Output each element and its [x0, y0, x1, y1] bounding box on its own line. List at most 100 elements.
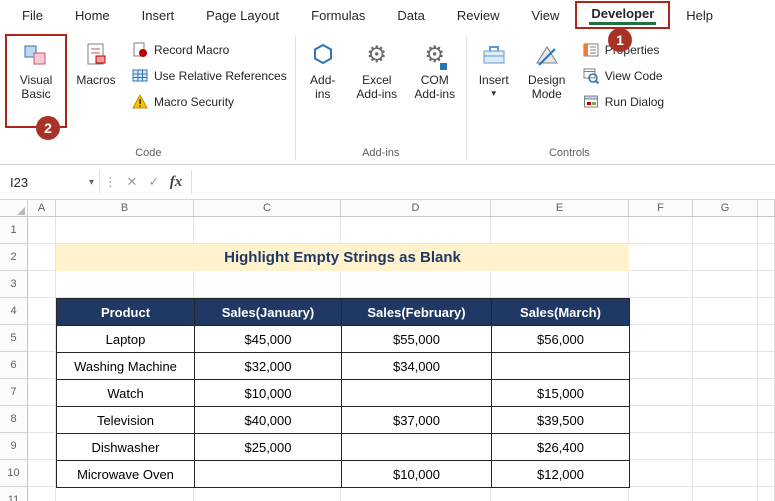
column-header-b[interactable]: B	[56, 200, 194, 216]
select-all-button[interactable]	[0, 200, 28, 216]
cell[interactable]	[194, 487, 341, 501]
com-add-ins-button[interactable]: ⚙ COM Add-ins	[407, 34, 463, 128]
table-header-sales-february[interactable]: Sales(February)	[341, 298, 492, 326]
row-header[interactable]: 2	[0, 244, 28, 271]
row-header[interactable]: 5	[0, 325, 28, 352]
view-code-button[interactable]: View Code	[583, 68, 664, 84]
cell[interactable]	[693, 298, 758, 325]
column-header-partial[interactable]	[758, 200, 775, 216]
row-header[interactable]: 9	[0, 433, 28, 460]
column-header-c[interactable]: C	[194, 200, 341, 216]
cell[interactable]	[693, 217, 758, 244]
design-mode-button[interactable]: Design Mode	[520, 34, 574, 128]
use-relative-references-button[interactable]: Use Relative References	[132, 68, 287, 84]
tab-review[interactable]: Review	[441, 3, 516, 28]
row-header[interactable]: 8	[0, 406, 28, 433]
cell[interactable]	[758, 352, 775, 379]
record-macro-button[interactable]: Record Macro	[132, 42, 287, 58]
cell[interactable]	[28, 433, 56, 460]
cell[interactable]	[629, 271, 693, 298]
cell-sales[interactable]: $10,000	[194, 379, 342, 407]
cell-sales[interactable]: $45,000	[194, 325, 342, 353]
cell[interactable]	[693, 460, 758, 487]
formula-bar-splitter-icon[interactable]: ⋮	[100, 175, 121, 190]
cell[interactable]	[758, 379, 775, 406]
cell[interactable]	[693, 325, 758, 352]
tab-data[interactable]: Data	[381, 3, 440, 28]
cell[interactable]	[194, 217, 341, 244]
insert-function-icon[interactable]: fx	[165, 174, 187, 191]
cell[interactable]	[693, 379, 758, 406]
column-header-d[interactable]: D	[341, 200, 491, 216]
cell[interactable]	[28, 325, 56, 352]
tab-page-layout[interactable]: Page Layout	[190, 3, 295, 28]
cell[interactable]	[758, 487, 775, 501]
cell-sales[interactable]: $34,000	[341, 352, 492, 380]
cell[interactable]	[693, 271, 758, 298]
row-header[interactable]: 7	[0, 379, 28, 406]
cell-sales[interactable]: $10,000	[341, 460, 492, 488]
cell[interactable]	[341, 217, 491, 244]
cancel-icon[interactable]: ✕	[121, 175, 143, 190]
cell-product[interactable]: Television	[56, 406, 195, 434]
cell[interactable]	[629, 352, 693, 379]
cell-product[interactable]: Laptop	[56, 325, 195, 353]
column-header-f[interactable]: F	[629, 200, 693, 216]
tab-help[interactable]: Help	[670, 3, 729, 28]
cell-sales[interactable]	[194, 460, 342, 488]
tab-file[interactable]: File	[6, 3, 59, 28]
cell[interactable]	[28, 298, 56, 325]
cell[interactable]	[758, 217, 775, 244]
cell[interactable]	[629, 433, 693, 460]
cell-sales[interactable]: $55,000	[341, 325, 492, 353]
visual-basic-button[interactable]: Visual Basic	[5, 34, 67, 128]
cell[interactable]	[28, 244, 56, 271]
cell[interactable]	[56, 271, 194, 298]
column-header-a[interactable]: A	[28, 200, 56, 216]
cell[interactable]	[629, 325, 693, 352]
column-header-e[interactable]: E	[491, 200, 629, 216]
cell[interactable]	[28, 406, 56, 433]
cell-product[interactable]: Watch	[56, 379, 195, 407]
cell[interactable]	[693, 244, 758, 271]
cell[interactable]	[491, 487, 629, 501]
cell-sales[interactable]	[341, 379, 492, 407]
table-header-product[interactable]: Product	[56, 298, 195, 326]
tab-developer[interactable]: Developer	[575, 1, 671, 29]
cell[interactable]	[629, 379, 693, 406]
cell[interactable]	[758, 271, 775, 298]
cell[interactable]	[758, 460, 775, 487]
cell[interactable]	[629, 244, 693, 271]
cell[interactable]	[693, 352, 758, 379]
cell-sales[interactable]: $12,000	[491, 460, 630, 488]
cell[interactable]	[28, 271, 56, 298]
cell-sales[interactable]: $56,000	[491, 325, 630, 353]
formula-input[interactable]	[191, 170, 775, 194]
table-header-sales-march[interactable]: Sales(March)	[491, 298, 630, 326]
cell[interactable]	[28, 460, 56, 487]
table-header-sales-january[interactable]: Sales(January)	[194, 298, 342, 326]
cell[interactable]	[758, 325, 775, 352]
cell[interactable]	[491, 271, 629, 298]
tab-formulas[interactable]: Formulas	[295, 3, 381, 28]
column-header-g[interactable]: G	[693, 200, 758, 216]
tab-home[interactable]: Home	[59, 3, 126, 28]
cell[interactable]	[758, 406, 775, 433]
row-header[interactable]: 6	[0, 352, 28, 379]
cell-sales[interactable]: $40,000	[194, 406, 342, 434]
cell-sales[interactable]: $25,000	[194, 433, 342, 461]
macros-button[interactable]: Macros	[69, 34, 123, 128]
cell[interactable]	[341, 271, 491, 298]
cell[interactable]	[693, 433, 758, 460]
cell[interactable]	[629, 487, 693, 501]
cell[interactable]	[629, 298, 693, 325]
cell[interactable]	[56, 217, 194, 244]
cell[interactable]	[629, 217, 693, 244]
cell[interactable]	[28, 379, 56, 406]
cell[interactable]	[194, 271, 341, 298]
cell[interactable]	[629, 406, 693, 433]
name-box-dropdown-icon[interactable]: ▾	[89, 177, 94, 188]
macro-security-button[interactable]: Macro Security	[132, 94, 287, 110]
run-dialog-button[interactable]: Run Dialog	[583, 94, 664, 110]
enter-icon[interactable]: ✓	[143, 175, 165, 190]
